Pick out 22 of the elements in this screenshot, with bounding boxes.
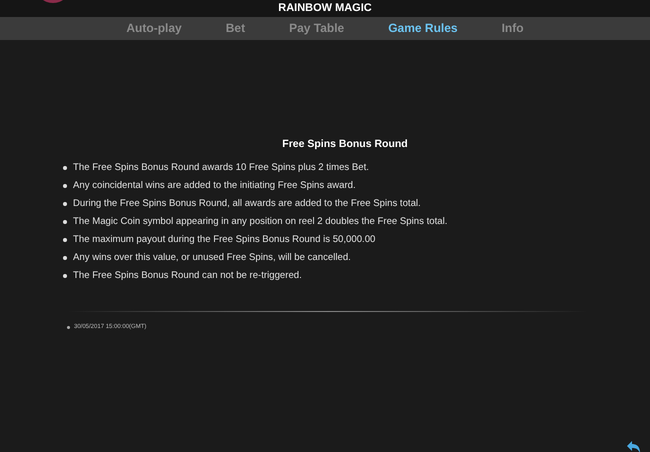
game-title: RAINBOW MAGIC [278, 1, 372, 16]
menu-tab[interactable]: Info [480, 17, 546, 40]
rule-text: Any coincidental wins are added to the initiating Free Spins award. [73, 178, 356, 193]
bullet-icon [63, 220, 67, 224]
menu-tab[interactable]: Pay Table [267, 17, 366, 40]
bullet-icon [63, 202, 67, 206]
rule-text: Any wins over this value, or unused Free Spins, will be cancelled. [73, 250, 351, 265]
rule-text: The Free Spins Bonus Round awards 10 Free Spins plus 2 times Bet. [73, 160, 369, 175]
menu-tab[interactable]: Bet [204, 17, 268, 40]
rule-text: The Magic Coin symbol appearing in any position on reel 2 doubles the Free Spins total. [73, 214, 448, 229]
bullet-icon [63, 256, 67, 260]
bullet-icon [67, 326, 70, 329]
rule-text: During the Free Spins Bonus Round, all awards are added to the Free Spins total. [73, 196, 421, 211]
bullet-icon [63, 166, 67, 170]
rule-text: The maximum payout during the Free Spins Bonus Round is 50,000.00 [73, 232, 376, 247]
bullet-icon [63, 238, 67, 242]
bullet-icon [63, 274, 67, 278]
menu-tab[interactable]: Game Rules [366, 17, 480, 40]
menu-tab[interactable]: Auto-play [104, 17, 204, 40]
rule-text: The Free Spins Bonus Round can not be re-triggered. [73, 268, 302, 283]
section-heading: Free Spins Bonus Round [281, 137, 409, 152]
bullet-icon [63, 184, 67, 188]
